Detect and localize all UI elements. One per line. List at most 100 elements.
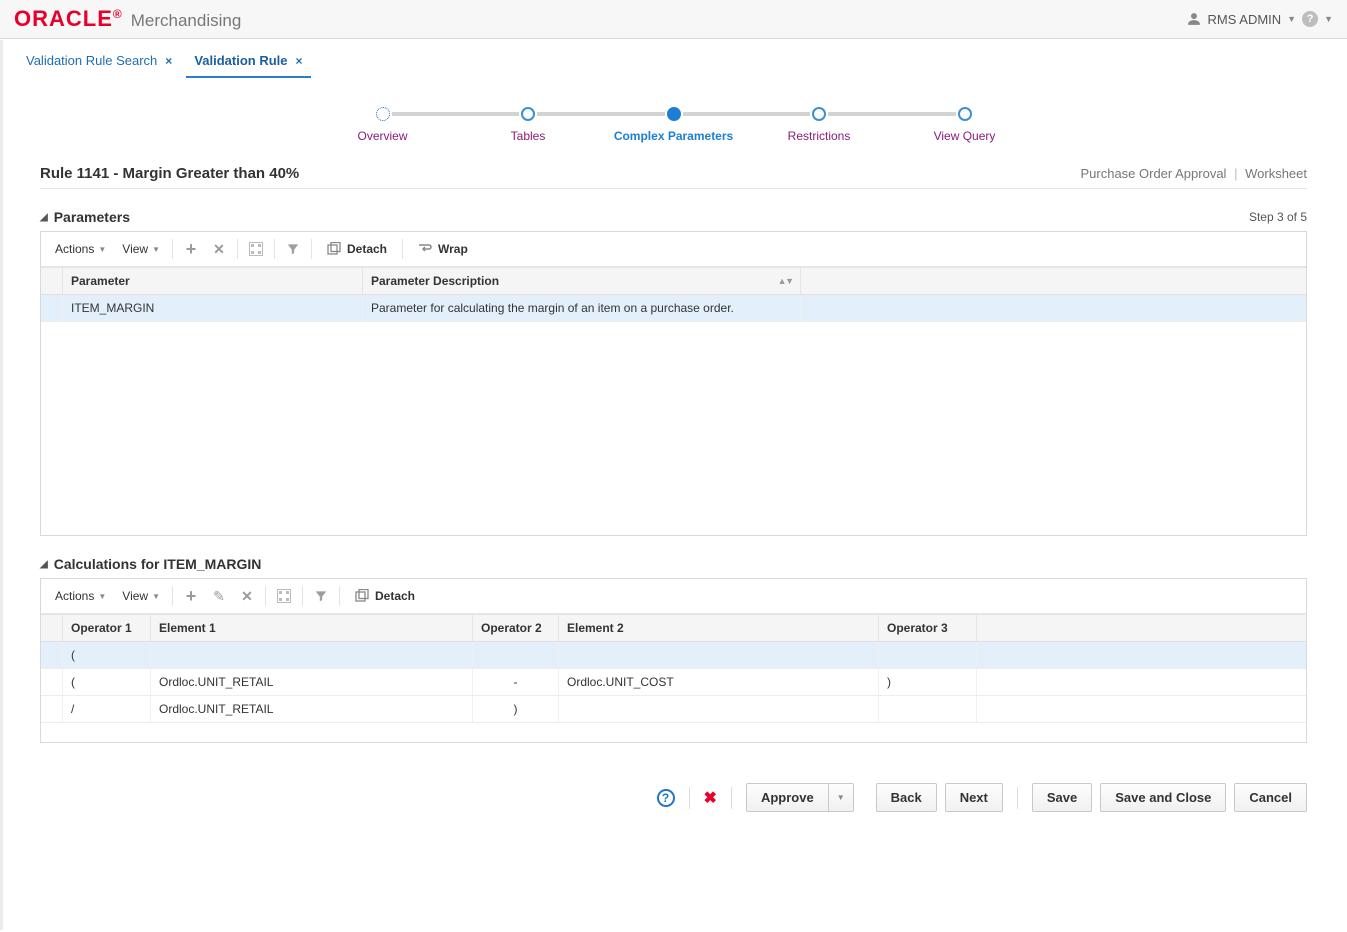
sort-icon[interactable]: ▲ ▼ xyxy=(778,276,792,286)
parameters-toolbar: Actions▼ View▼ xyxy=(41,232,1306,267)
calculations-toolbar: Actions▼ View▼ xyxy=(41,579,1306,614)
close-icon[interactable]: × xyxy=(165,54,172,68)
filter-icon xyxy=(286,242,300,256)
actions-menu[interactable]: Actions▼ xyxy=(47,587,114,605)
content: Overview Tables Complex Parameters Restr… xyxy=(0,79,1347,932)
actions-menu[interactable]: Actions▼ xyxy=(47,240,114,258)
user-name: RMS ADMIN xyxy=(1207,12,1281,27)
help-icon[interactable]: ? xyxy=(1302,11,1318,27)
chevron-down-icon: ▼ xyxy=(837,793,845,802)
save-and-close-button[interactable]: Save and Close xyxy=(1100,783,1226,812)
col-operator-3[interactable]: Operator 3 xyxy=(879,615,977,641)
x-icon xyxy=(213,241,225,258)
filter-icon xyxy=(314,589,328,603)
approve-button[interactable]: Approve xyxy=(746,783,828,812)
tab-validation-rule[interactable]: Validation Rule × xyxy=(192,49,304,78)
filter-button[interactable] xyxy=(279,238,307,260)
brand: ORACLE® Merchandising xyxy=(14,6,241,32)
detach-icon xyxy=(327,242,341,256)
delete-button[interactable] xyxy=(205,238,233,260)
col-element-1[interactable]: Element 1 xyxy=(151,615,473,641)
approve-dropdown[interactable]: ▼ xyxy=(828,783,854,812)
step-indicator: Step 3 of 5 xyxy=(1249,210,1307,224)
add-button[interactable] xyxy=(177,585,205,607)
train-step-complex-parameters[interactable]: Complex Parameters xyxy=(665,107,683,121)
view-menu[interactable]: View▼ xyxy=(114,587,168,605)
train-label: Overview xyxy=(358,129,408,143)
parameters-grid-header: Parameter Parameter Description ▲ ▼ xyxy=(41,267,1306,295)
calculations-grid-header: Operator 1 Element 1 Operator 2 Element … xyxy=(41,614,1306,642)
filter-button[interactable] xyxy=(307,585,335,607)
grid-icon xyxy=(277,589,291,603)
delete-button[interactable] xyxy=(233,585,261,607)
train-label: Tables xyxy=(511,129,546,143)
product-name: Merchandising xyxy=(131,11,242,31)
train-label: Restrictions xyxy=(788,129,851,143)
table-row[interactable]: / Ordloc.UNIT_RETAIL ) xyxy=(41,696,1306,723)
table-row[interactable]: ( xyxy=(41,642,1306,669)
param-name: ITEM_MARGIN xyxy=(63,295,363,321)
train-step-view-query[interactable]: View Query xyxy=(956,107,974,121)
train-label: Complex Parameters xyxy=(614,129,733,143)
grid-icon xyxy=(249,242,263,256)
chevron-down-icon: ▼ xyxy=(1324,14,1333,24)
back-button[interactable]: Back xyxy=(876,783,937,812)
close-icon[interactable]: × xyxy=(296,54,303,68)
rule-meta: Purchase Order Approval | Worksheet xyxy=(1080,166,1307,181)
col-operator-2[interactable]: Operator 2 xyxy=(473,615,559,641)
page-tabs: Validation Rule Search × Validation Rule… xyxy=(0,39,1347,79)
chevron-down-icon: ▼ xyxy=(1287,14,1296,24)
table-row[interactable]: ( Ordloc.UNIT_RETAIL - Ordloc.UNIT_COST … xyxy=(41,669,1306,696)
calculations-section: ◢ Calculations for ITEM_MARGIN Actions▼ … xyxy=(40,554,1307,743)
train-label: View Query xyxy=(934,129,996,143)
table-row[interactable]: ITEM_MARGIN Parameter for calculating th… xyxy=(41,295,1306,322)
col-element-2[interactable]: Element 2 xyxy=(559,615,879,641)
rule-title: Rule 1141 - Margin Greater than 40% xyxy=(40,165,299,182)
x-icon xyxy=(241,588,253,605)
tab-label: Validation Rule xyxy=(194,53,287,68)
grid-options-button[interactable] xyxy=(242,238,270,260)
wrap-button[interactable]: Wrap xyxy=(407,238,479,260)
user-icon xyxy=(1187,12,1201,26)
rule-context: Purchase Order Approval xyxy=(1080,166,1226,181)
param-description: Parameter for calculating the margin of … xyxy=(363,295,801,321)
grid-options-button[interactable] xyxy=(270,585,298,607)
tab-label: Validation Rule Search xyxy=(26,53,157,68)
view-menu[interactable]: View▼ xyxy=(114,240,168,258)
detach-icon xyxy=(355,589,369,603)
wizard-train: Overview Tables Complex Parameters Restr… xyxy=(354,83,994,149)
train-step-tables[interactable]: Tables xyxy=(519,107,537,121)
col-parameter-description[interactable]: Parameter Description ▲ ▼ xyxy=(363,268,801,294)
col-parameter[interactable]: Parameter xyxy=(63,268,363,294)
footer-toolbar: ? ✖ Approve ▼ Back Next Save Save and Cl… xyxy=(40,773,1307,812)
calculations-title[interactable]: ◢ Calculations for ITEM_MARGIN xyxy=(40,556,261,572)
left-rail xyxy=(0,40,3,930)
rule-status: Worksheet xyxy=(1245,166,1307,181)
collapse-icon: ◢ xyxy=(40,559,48,570)
oracle-logo: ORACLE® xyxy=(14,6,123,32)
pencil-icon xyxy=(213,588,225,605)
train-step-restrictions[interactable]: Restrictions xyxy=(810,107,828,121)
collapse-icon: ◢ xyxy=(40,212,48,223)
help-button[interactable]: ? xyxy=(657,789,675,807)
tab-validation-rule-search[interactable]: Validation Rule Search × xyxy=(24,49,174,78)
train-step-overview[interactable]: Overview xyxy=(374,107,392,121)
error-indicator-icon[interactable]: ✖ xyxy=(704,788,717,808)
cancel-button[interactable]: Cancel xyxy=(1234,783,1307,812)
detach-button[interactable]: Detach xyxy=(316,238,398,260)
plus-icon xyxy=(186,239,197,260)
user-menu[interactable]: RMS ADMIN ▼ ? ▼ xyxy=(1187,11,1333,27)
approve-split-button[interactable]: Approve ▼ xyxy=(746,783,854,812)
top-bar: ORACLE® Merchandising RMS ADMIN ▼ ? ▼ xyxy=(0,0,1347,39)
detach-button[interactable]: Detach xyxy=(344,585,426,607)
save-button[interactable]: Save xyxy=(1032,783,1092,812)
next-button[interactable]: Next xyxy=(945,783,1003,812)
wrap-icon xyxy=(418,243,432,255)
add-button[interactable] xyxy=(177,238,205,260)
edit-button[interactable] xyxy=(205,585,233,607)
parameters-title[interactable]: ◢ Parameters xyxy=(40,209,130,225)
rule-header: Rule 1141 - Margin Greater than 40% Purc… xyxy=(40,165,1307,189)
col-operator-1[interactable]: Operator 1 xyxy=(63,615,151,641)
plus-icon xyxy=(186,586,197,607)
parameters-section: ◢ Parameters Step 3 of 5 Actions▼ View▼ xyxy=(40,207,1307,536)
